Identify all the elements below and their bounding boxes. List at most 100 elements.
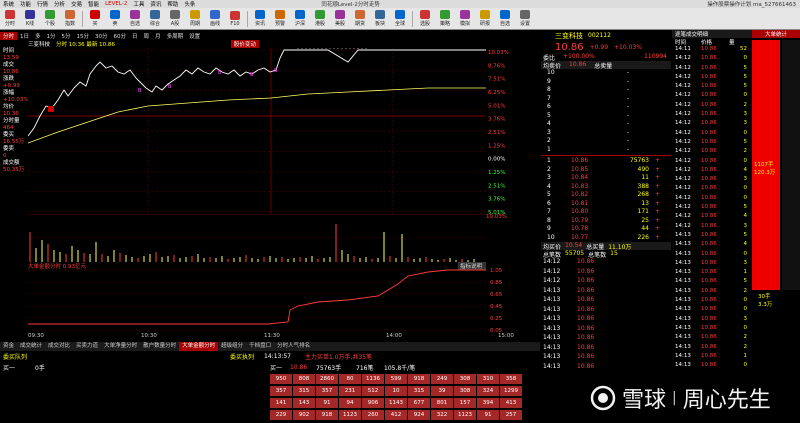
sell-level: 2 xyxy=(547,137,551,144)
toolbar-button[interactable]: 指数 xyxy=(60,9,80,29)
queue-row-value: 0手 xyxy=(35,365,45,372)
toolbar-button[interactable]: 综合 xyxy=(145,9,165,29)
bottom-tab[interactable]: 成交对比 xyxy=(45,342,73,351)
tick-time: 14:12 xyxy=(675,166,691,173)
toolbar-button[interactable]: 卖 xyxy=(105,9,125,29)
tick-time: 14:13 xyxy=(675,231,691,238)
toolbar-button[interactable]: 自选 xyxy=(495,9,515,29)
pct-label: 2.51% xyxy=(488,130,505,136)
tick-list: 逐笔成交明细 时间 价格量 14:11 10.86 52 14:12 10.86 0 14:12 1… xyxy=(672,30,752,423)
buy-flag: + xyxy=(655,157,661,164)
chart-tab[interactable]: 设置 xyxy=(186,32,203,40)
chart-tab[interactable]: 周 xyxy=(141,32,153,40)
toolbar-button[interactable]: 设置 xyxy=(515,9,535,29)
tick-price: 10.86 xyxy=(701,241,717,248)
chart-tab[interactable]: 月 xyxy=(152,32,164,40)
toolbar-button[interactable]: 策略 xyxy=(435,9,455,29)
chart-tab[interactable]: 1分 xyxy=(44,32,59,40)
chart-tab[interactable]: 日 xyxy=(129,32,141,40)
menu-item[interactable]: 智能 xyxy=(85,0,102,8)
bottom-tab[interactable]: 千档盘口 xyxy=(246,342,274,351)
trend-label[interactable]: 股价变动 xyxy=(230,40,259,48)
toolbar-button[interactable]: 个股 xyxy=(40,9,60,29)
buy-price: 10.81 xyxy=(571,199,589,207)
tick-row: 14:13 10.86 0 xyxy=(672,306,752,315)
tick-price: 10.86 xyxy=(701,157,717,164)
top-dot xyxy=(297,48,299,50)
toolbar-button[interactable]: 自选 xyxy=(125,9,145,29)
tick-row: 14:12 10.86 5 xyxy=(672,139,752,148)
toolbar-button[interactable]: 选股 xyxy=(415,9,435,29)
toolbar-button[interactable]: 期货 xyxy=(350,9,370,29)
toolbar-button[interactable]: 画线 xyxy=(205,9,225,29)
toolbar-icon xyxy=(395,10,405,19)
bottom-tab[interactable]: 大单金额分时 xyxy=(179,342,219,351)
menu-item[interactable]: 工具 xyxy=(130,0,147,8)
toolbar-button[interactable]: 模拟 xyxy=(455,9,475,29)
toolbar-icon xyxy=(440,10,450,19)
tick-time: 14:11 xyxy=(675,46,691,52)
toolbar-button[interactable]: K线 xyxy=(20,9,40,29)
toolbar-button[interactable]: 板块 xyxy=(370,9,390,29)
toolbar-button[interactable]: 分时 xyxy=(0,9,20,29)
menu-item[interactable]: 功能 xyxy=(17,0,34,8)
avgbuy: 10.54 xyxy=(565,242,583,249)
quote-divider xyxy=(541,155,671,156)
tick-price: 10.86 xyxy=(701,73,717,80)
toolbar-button[interactable]: 港股 xyxy=(310,9,330,29)
queue-cell: 512 xyxy=(362,386,384,396)
chart-tab[interactable]: 30分 xyxy=(92,32,111,40)
chart-tab[interactable]: 多周期 xyxy=(164,32,187,40)
tick-vol: 0 xyxy=(743,194,748,201)
menu-item[interactable]: 头条 xyxy=(181,0,198,8)
sell-vol: - xyxy=(627,128,630,136)
toolbar-icon xyxy=(130,10,140,19)
pct-label: 3.76% xyxy=(488,117,505,123)
toolbar-button[interactable]: 周期 xyxy=(185,9,205,29)
chart-tab[interactable]: 1日 xyxy=(17,32,32,40)
menu-item[interactable]: 交易 xyxy=(68,0,85,8)
toolbar-icon xyxy=(65,10,75,19)
toolbar-button[interactable]: 买 xyxy=(85,9,105,29)
menu-item[interactable]: 行情 xyxy=(34,0,51,8)
chart-tab[interactable]: 多 xyxy=(32,32,44,40)
toolbar-button[interactable]: 资讯 xyxy=(250,9,270,29)
queue-cell: 143 xyxy=(293,398,315,408)
menu-item[interactable]: 资讯 xyxy=(147,0,164,8)
price-label: 9.51 xyxy=(28,185,38,191)
bottom-tab[interactable]: 散户数量分时 xyxy=(140,342,179,351)
toolbar-button[interactable]: A股 xyxy=(165,9,185,29)
menu-item[interactable]: LEVEL-2 xyxy=(102,1,130,7)
toolbar-button[interactable]: 美股 xyxy=(330,9,350,29)
tick-price: 10.86 xyxy=(701,64,717,71)
queue-cell: 358 xyxy=(500,374,522,384)
tick-vol: 3 xyxy=(743,176,748,183)
tick-row: 14:13 10.86 3 xyxy=(672,260,752,269)
menu-item[interactable]: 帮助 xyxy=(164,0,181,8)
buy-level: 9 xyxy=(547,225,551,232)
chart-tab[interactable]: 5分 xyxy=(59,32,74,40)
bottom-tab[interactable]: 资金 xyxy=(0,342,17,351)
tick-row: 14:13 10.86 3 xyxy=(672,316,752,325)
tick-vol: 0 xyxy=(743,55,748,62)
chart-info: 分时 10:36 最新 10.86 xyxy=(56,42,115,48)
chart-tab[interactable]: 60分 xyxy=(111,32,130,40)
bottom-tab[interactable]: 超级组分 xyxy=(218,342,246,351)
bottom-tab[interactable]: 分时人气排名 xyxy=(274,342,313,351)
rightbar-label[interactable]: 大单统计 xyxy=(752,30,800,38)
bottom-tab[interactable]: 成交统计 xyxy=(17,342,45,351)
sell-price xyxy=(587,95,627,104)
toolbar-button[interactable]: 全球 xyxy=(390,9,410,29)
buy-flag: + xyxy=(655,165,661,173)
menu-item[interactable]: 分析 xyxy=(51,0,68,8)
toolbar-button[interactable]: F10 xyxy=(225,9,245,29)
toolbar-button[interactable]: 预警 xyxy=(270,9,290,29)
toolbar-button[interactable]: 沪深 xyxy=(290,9,310,29)
bottom-tab[interactable]: 大单净量分时 xyxy=(101,342,140,351)
sell-price xyxy=(587,120,627,129)
menu-item[interactable]: 系统 xyxy=(0,0,17,8)
toolbar-button[interactable]: 研报 xyxy=(475,9,495,29)
chart-tab[interactable]: 分时 xyxy=(0,32,18,40)
chart-tab[interactable]: 15分 xyxy=(74,32,93,40)
bottom-tab[interactable]: 买卖力道 xyxy=(73,342,101,351)
